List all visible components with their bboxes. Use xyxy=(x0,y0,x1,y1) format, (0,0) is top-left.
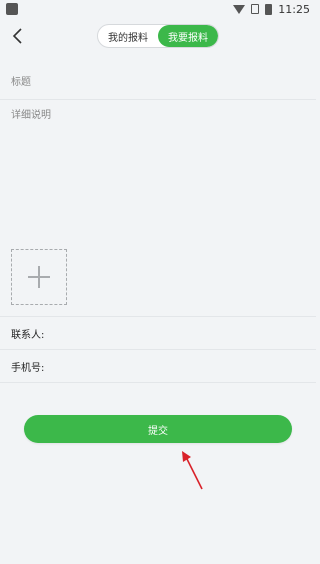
title-field[interactable]: 标题 xyxy=(0,74,316,100)
plus-icon xyxy=(28,266,50,288)
contact-label: 联系人: xyxy=(11,329,45,341)
add-image-button[interactable] xyxy=(11,249,67,305)
divider xyxy=(0,382,316,383)
submit-button[interactable]: 提交 xyxy=(24,415,292,443)
contact-input[interactable] xyxy=(48,323,253,343)
red-arrow-annotation xyxy=(182,451,203,490)
tab-switcher: 我的报料 我要报料 xyxy=(97,24,219,48)
chevron-left-icon xyxy=(12,28,22,44)
app-notification-icon xyxy=(6,3,18,15)
no-sim-icon xyxy=(251,4,260,14)
back-button[interactable] xyxy=(8,26,28,46)
phone-label: 手机号: xyxy=(11,362,45,374)
detail-field[interactable]: 详细说明 xyxy=(0,106,316,246)
battery-icon xyxy=(265,3,273,15)
contact-row: 联系人: xyxy=(11,323,253,343)
phone-row: 手机号: xyxy=(11,356,253,376)
status-time: 11:25 xyxy=(278,2,310,16)
divider xyxy=(0,349,316,350)
status-bar: 11:25 xyxy=(0,0,316,18)
wifi-icon xyxy=(233,4,246,14)
tab-my-reports[interactable]: 我的报料 xyxy=(98,25,158,47)
tab-submit-report[interactable]: 我要报料 xyxy=(158,25,218,47)
header: 我的报料 我要报料 xyxy=(0,18,316,54)
divider xyxy=(0,316,316,317)
phone-input[interactable] xyxy=(48,356,253,376)
status-icons: 11:25 xyxy=(233,3,310,16)
